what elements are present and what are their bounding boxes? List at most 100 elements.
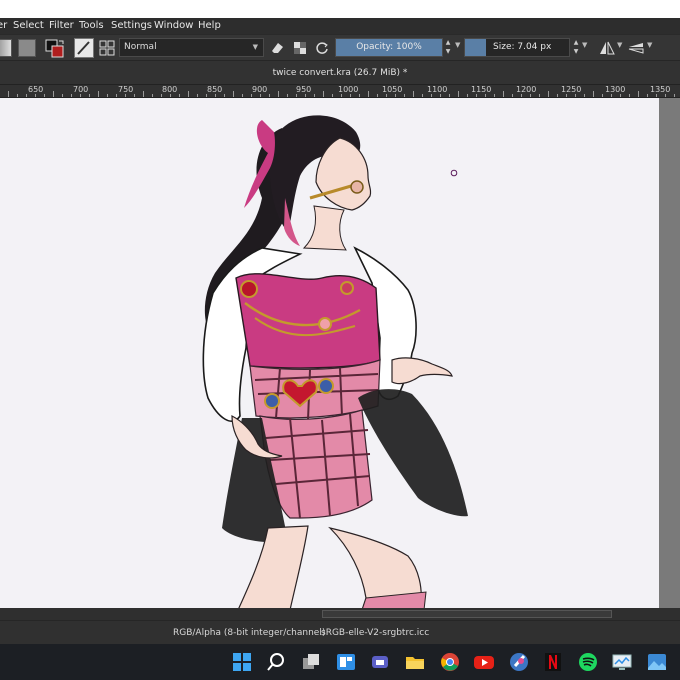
menu-select[interactable]: Select bbox=[13, 18, 44, 34]
ruler-tick bbox=[251, 94, 252, 97]
neck bbox=[302, 205, 347, 251]
mirror-vertical-icon[interactable] bbox=[627, 39, 645, 57]
ruler-tick bbox=[539, 94, 540, 97]
brush-preset-icon[interactable] bbox=[74, 38, 94, 58]
ruler-tick bbox=[593, 91, 594, 97]
ruler-tick bbox=[431, 94, 432, 97]
document-tab[interactable]: twice convert.kra (26.7 MiB) * bbox=[0, 60, 680, 84]
krita-window: er Select Filter Tools Settings Window H… bbox=[0, 0, 680, 680]
ruler-tick bbox=[638, 91, 639, 97]
chevron-down-icon[interactable]: ▼ bbox=[455, 41, 460, 49]
task-view-icon[interactable] bbox=[299, 650, 323, 674]
ruler-tick bbox=[602, 94, 603, 97]
workspace-icon[interactable] bbox=[98, 39, 116, 57]
ruler-tick bbox=[548, 91, 549, 97]
windows-start-icon[interactable] bbox=[230, 650, 254, 674]
jewel bbox=[318, 317, 332, 331]
menu-layer[interactable]: er bbox=[0, 18, 7, 34]
horizontal-ruler: 650 700 750 800 850 900 950 1000 1050 11… bbox=[0, 84, 680, 98]
ruler-tick bbox=[197, 94, 198, 97]
ruler-tick bbox=[620, 94, 621, 97]
menu-bar: er Select Filter Tools Settings Window H… bbox=[0, 18, 680, 34]
ruler-label: 1150 bbox=[471, 85, 492, 94]
file-explorer-icon[interactable] bbox=[403, 650, 427, 674]
size-label: Size: 7.04 px bbox=[493, 42, 552, 52]
teams-icon[interactable] bbox=[368, 650, 392, 674]
ruler-tick bbox=[395, 94, 396, 97]
drawing-canvas[interactable] bbox=[0, 98, 659, 610]
ruler-tick bbox=[350, 94, 351, 97]
netflix-icon[interactable] bbox=[541, 650, 565, 674]
ruler-tick bbox=[179, 94, 180, 97]
opacity-slider[interactable]: Opacity: 100% bbox=[335, 38, 443, 57]
reload-icon[interactable] bbox=[313, 39, 331, 57]
color-selector-icon[interactable] bbox=[45, 39, 65, 59]
ruler-tick bbox=[8, 91, 9, 97]
brush-toolbar: Normal ▼ Opacity: 100% ▲ ▼ ▼ Size: 7.04 p… bbox=[0, 34, 680, 60]
ruler-tick bbox=[89, 94, 90, 97]
ruler-tick bbox=[260, 94, 261, 97]
ruler-tick bbox=[143, 91, 144, 97]
ruler-tick bbox=[512, 94, 513, 97]
search-icon[interactable] bbox=[264, 650, 288, 674]
ruler-tick bbox=[494, 94, 495, 97]
ruler-tick bbox=[71, 94, 72, 97]
opacity-stepper[interactable]: ▲ ▼ bbox=[443, 38, 453, 57]
ruler-tick bbox=[35, 94, 36, 97]
jewel bbox=[340, 281, 354, 295]
status-bar: RGB/Alpha (8-bit integer/channel) sRGB-e… bbox=[0, 620, 680, 644]
horizontal-scrollbar[interactable] bbox=[0, 608, 680, 620]
ruler-tick bbox=[233, 91, 234, 97]
mouth-gag-ball bbox=[350, 180, 364, 194]
ruler-tick bbox=[377, 94, 378, 97]
chrome-icon[interactable] bbox=[438, 650, 462, 674]
menu-filter[interactable]: Filter bbox=[49, 18, 74, 34]
menu-help[interactable]: Help bbox=[198, 18, 221, 34]
chevron-down-icon[interactable]: ▼ bbox=[582, 41, 587, 49]
ruler-tick bbox=[467, 94, 468, 97]
ruler-tick bbox=[368, 91, 369, 97]
gradient-swatch[interactable] bbox=[0, 39, 12, 57]
ruler-tick bbox=[17, 94, 18, 97]
ruler-tick bbox=[341, 94, 342, 97]
document-title: twice convert.kra (26.7 MiB) * bbox=[272, 68, 408, 78]
chevron-down-icon[interactable]: ▼ bbox=[617, 41, 622, 49]
spotify-icon[interactable] bbox=[576, 650, 600, 674]
vertical-scrollbar[interactable] bbox=[659, 98, 680, 610]
photos-icon[interactable] bbox=[645, 650, 669, 674]
ruler-tick bbox=[674, 94, 675, 97]
ruler-tick bbox=[296, 94, 297, 97]
menu-window[interactable]: Window bbox=[154, 18, 193, 34]
pattern-swatch[interactable] bbox=[18, 39, 36, 57]
jewel bbox=[240, 280, 258, 298]
ruler-tick bbox=[359, 94, 360, 97]
menu-tools[interactable]: Tools bbox=[79, 18, 104, 34]
artwork bbox=[202, 115, 468, 610]
ruler-tick bbox=[188, 91, 189, 97]
monitor-icon[interactable] bbox=[610, 650, 634, 674]
mirror-horizontal-icon[interactable] bbox=[598, 39, 616, 57]
youtube-icon[interactable] bbox=[472, 650, 496, 674]
ruler-tick bbox=[242, 94, 243, 97]
ruler-tick bbox=[584, 94, 585, 97]
size-slider[interactable]: Size: 7.04 px bbox=[464, 38, 570, 57]
widgets-icon[interactable] bbox=[334, 650, 358, 674]
scrollbar-thumb[interactable] bbox=[322, 610, 612, 618]
ruler-tick bbox=[269, 94, 270, 97]
ruler-tick bbox=[476, 94, 477, 97]
ruler-tick bbox=[215, 94, 216, 97]
menu-settings[interactable]: Settings bbox=[111, 18, 152, 34]
krita-icon[interactable] bbox=[507, 650, 531, 674]
ruler-tick bbox=[134, 94, 135, 97]
eraser-icon[interactable] bbox=[268, 39, 286, 57]
chevron-down-icon[interactable]: ▼ bbox=[647, 41, 652, 49]
size-stepper[interactable]: ▲ ▼ bbox=[571, 38, 581, 57]
hand-right bbox=[391, 357, 453, 385]
ruler-tick bbox=[287, 94, 288, 97]
ruler-tick bbox=[305, 94, 306, 97]
ruler-tick bbox=[413, 91, 414, 97]
blend-mode-select[interactable]: Normal ▼ bbox=[119, 38, 264, 57]
ruler-tick bbox=[566, 94, 567, 97]
ruler-tick bbox=[449, 94, 450, 97]
alpha-lock-icon[interactable] bbox=[291, 39, 309, 57]
